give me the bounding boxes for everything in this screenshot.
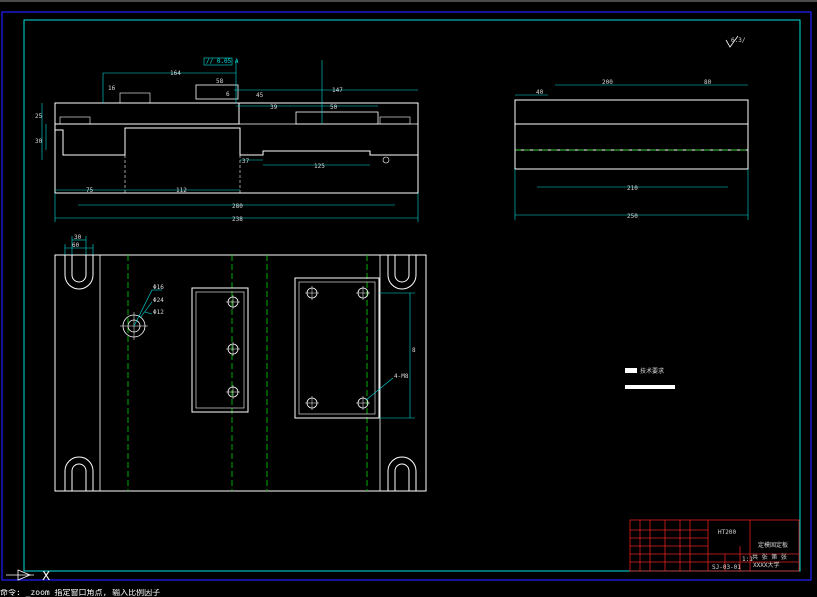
- dim-end-80: 80: [704, 79, 712, 86]
- title-drawing-no: SJ-03-01: [712, 564, 741, 571]
- dim-plan-vert: 8: [412, 347, 416, 354]
- dim-front-39: 39: [270, 104, 278, 111]
- end-view: 250 210 200 80 40: [514, 79, 749, 220]
- dim-front-147: 147: [332, 87, 343, 94]
- dim-front-30: 30: [35, 138, 43, 145]
- dim-front-58: 58: [216, 78, 224, 85]
- roughness-label: 6.3/: [731, 37, 746, 44]
- dim-front-50: 50: [330, 104, 338, 111]
- hole-callout-3: Φ12: [153, 309, 164, 316]
- dim-front-125: 125: [314, 163, 325, 170]
- command-line[interactable]: 命令: _zoom 指定窗口角点, 输入比例因子: [0, 589, 817, 597]
- dim-front-75: 75: [86, 187, 94, 194]
- flatness-tolerance: // 0.05 A: [206, 58, 239, 65]
- dim-front-164: 164: [170, 70, 181, 77]
- dim-end-200: 200: [602, 79, 613, 86]
- dim-front-45: 45: [256, 92, 264, 99]
- dim-front-6: 6: [226, 91, 230, 98]
- roughness-symbol: 6.3/: [725, 35, 746, 48]
- title-sheet: 共 张 第 张: [752, 553, 787, 561]
- front-view: // 0.05 A 238 280 75 112 37 125 164 147 …: [35, 57, 419, 223]
- title-school: XXXX大学: [753, 561, 779, 569]
- dim-end-210: 210: [627, 185, 638, 192]
- dim-front-37: 37: [242, 158, 250, 165]
- hole-callout-2: Φ24: [153, 297, 164, 304]
- title-material: HT200: [718, 529, 736, 536]
- dim-front-16: 16: [108, 85, 116, 92]
- ucs-x-label: X: [42, 569, 50, 583]
- tap-callout: 4-M8: [394, 373, 409, 380]
- technical-requirements: 技术要求: [625, 367, 675, 389]
- dim-front-25: 25: [35, 113, 43, 120]
- title-part-name: 定模固定板: [758, 541, 788, 549]
- hole-callout-1: Φ16: [153, 284, 164, 291]
- dim-front-112: 112: [176, 187, 187, 194]
- dim-front-238: 238: [232, 216, 243, 223]
- plan-view: 30 60 Φ16 Φ24 Φ12 4-M8 8: [54, 234, 427, 492]
- dim-plan-60: 60: [72, 242, 80, 249]
- cad-drawing-canvas[interactable]: 6.3/ // 0.05 A 238 280 75 112 37 125 164…: [0, 0, 817, 597]
- dim-end-40: 40: [536, 89, 544, 96]
- dim-front-280: 280: [232, 203, 243, 210]
- dim-end-250: 250: [627, 213, 638, 220]
- drawing-outer-border: [1, 11, 812, 581]
- tech-req-title: 技术要求: [640, 367, 664, 375]
- dim-plan-30: 30: [74, 234, 82, 241]
